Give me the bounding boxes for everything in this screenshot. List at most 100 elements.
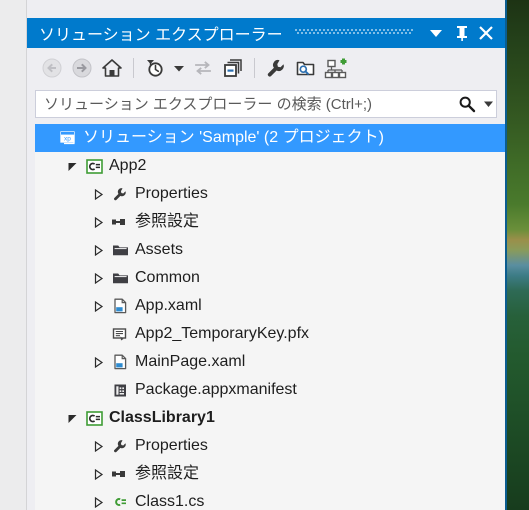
drag-handle[interactable] bbox=[294, 28, 413, 38]
expander-expanded-icon bbox=[68, 162, 76, 171]
tree-row-label: App2 bbox=[109, 157, 147, 174]
back-arrow-icon bbox=[42, 58, 62, 78]
xaml-file-icon bbox=[113, 354, 126, 370]
tree-row[interactable]: App2 bbox=[35, 152, 505, 180]
tree-row-label: MainPage.xaml bbox=[135, 353, 246, 370]
close-icon bbox=[479, 26, 493, 40]
solution-tree[interactable]: xp ソリューション 'Sample' (2 プロジェクト) App2 Prop… bbox=[35, 124, 505, 510]
expander-toggle[interactable] bbox=[87, 216, 109, 228]
certificate-file-icon bbox=[112, 327, 127, 340]
folder-icon bbox=[112, 273, 128, 284]
references-icon bbox=[109, 216, 131, 228]
solution-icon: xp bbox=[59, 131, 75, 145]
search-box[interactable] bbox=[35, 90, 497, 118]
tree-row[interactable]: xp ソリューション 'Sample' (2 プロジェクト) bbox=[35, 124, 505, 152]
auto-hide-pin-button[interactable] bbox=[449, 20, 475, 46]
expander-collapsed-icon bbox=[94, 300, 103, 312]
clock-filter-icon bbox=[147, 60, 163, 77]
tree-row-label: ClassLibrary1 bbox=[109, 409, 215, 426]
expander-toggle[interactable] bbox=[87, 356, 109, 368]
references-icon bbox=[109, 468, 131, 480]
toolbar-separator-1 bbox=[133, 58, 134, 78]
expander-collapsed-icon bbox=[94, 496, 103, 508]
properties-button[interactable] bbox=[261, 53, 291, 83]
expander-toggle[interactable] bbox=[61, 161, 83, 172]
tree-row[interactable]: Assets bbox=[35, 236, 505, 264]
expander-collapsed-icon bbox=[94, 188, 103, 200]
csharp-project-icon bbox=[85, 410, 103, 426]
sync-with-active-document-button[interactable] bbox=[188, 53, 218, 83]
window-dropdown-button[interactable] bbox=[423, 20, 449, 46]
tree-row[interactable]: 参照設定 bbox=[35, 460, 505, 488]
tree-row-label: Properties bbox=[135, 185, 208, 202]
screen: ソリューション エクスプローラー ソリューション エクスプローラー の検索 (C… bbox=[0, 0, 529, 510]
expander-collapsed-icon bbox=[94, 216, 103, 228]
solution-explorer-panel: ソリューション エクスプローラー ソリューション エクスプローラー の検索 (C… bbox=[27, 0, 505, 510]
search-button[interactable] bbox=[454, 95, 480, 113]
toolbar-separator-2 bbox=[254, 58, 255, 78]
expander-toggle[interactable] bbox=[87, 300, 109, 312]
expander-toggle[interactable] bbox=[87, 440, 109, 452]
tree-row-label: ソリューション 'Sample' (2 プロジェクト) bbox=[83, 129, 384, 146]
expander-collapsed-icon bbox=[94, 356, 103, 368]
expander-collapsed-icon bbox=[94, 440, 103, 452]
panel-title: ソリューション エクスプローラー bbox=[39, 27, 283, 44]
chevron-down-icon bbox=[174, 65, 184, 71]
show-all-files-button[interactable] bbox=[291, 53, 321, 83]
expander-toggle[interactable] bbox=[87, 468, 109, 480]
search-input[interactable] bbox=[36, 94, 454, 114]
tree-row-label: Package.appxmanifest bbox=[135, 381, 297, 398]
magnifier-icon bbox=[459, 96, 476, 113]
pin-icon bbox=[457, 26, 467, 41]
search-options-dropdown[interactable] bbox=[480, 101, 496, 107]
tree-row[interactable]: Class1.cs bbox=[35, 488, 505, 510]
tree-row-label: 参照設定 bbox=[135, 213, 200, 230]
view-class-diagram-button[interactable] bbox=[321, 53, 351, 83]
references-icon bbox=[112, 219, 125, 225]
manifest-file-icon bbox=[109, 383, 131, 398]
expander-expanded-icon bbox=[68, 414, 76, 423]
pending-changes-button[interactable] bbox=[140, 53, 170, 83]
forward-arrow-icon bbox=[72, 58, 92, 78]
tree-row-label: Class1.cs bbox=[135, 493, 205, 510]
tree-row[interactable]: ClassLibrary1 bbox=[35, 404, 505, 432]
expander-toggle[interactable] bbox=[87, 244, 109, 256]
chevron-down-icon bbox=[430, 30, 442, 37]
home-button[interactable] bbox=[97, 53, 127, 83]
xaml-file-icon bbox=[109, 298, 131, 314]
tree-row[interactable]: Properties bbox=[35, 180, 505, 208]
certificate-file-icon bbox=[109, 327, 131, 342]
expander-toggle[interactable] bbox=[61, 413, 83, 424]
sync-arrows-icon bbox=[195, 61, 211, 75]
tree-row-label: Assets bbox=[135, 241, 184, 258]
forward-button[interactable] bbox=[67, 53, 97, 83]
expander-toggle[interactable] bbox=[87, 496, 109, 508]
folder-icon bbox=[112, 245, 128, 256]
tree-row[interactable]: App.xaml bbox=[35, 292, 505, 320]
references-icon bbox=[112, 471, 125, 477]
tree-row[interactable]: Properties bbox=[35, 432, 505, 460]
pending-changes-dropdown[interactable] bbox=[170, 53, 188, 83]
back-button[interactable] bbox=[37, 53, 67, 83]
expander-toggle[interactable] bbox=[87, 188, 109, 200]
wrench-icon bbox=[109, 438, 131, 454]
expander-toggle[interactable] bbox=[87, 272, 109, 284]
expander-collapsed-icon bbox=[94, 272, 103, 284]
chevron-down-icon bbox=[483, 101, 493, 107]
folder-icon bbox=[109, 243, 131, 257]
tree-row[interactable]: Package.appxmanifest bbox=[35, 376, 505, 404]
tree-row[interactable]: 参照設定 bbox=[35, 208, 505, 236]
expander-collapsed-icon bbox=[94, 244, 103, 256]
close-button[interactable] bbox=[475, 20, 497, 46]
tree-row[interactable]: Common bbox=[35, 264, 505, 292]
xaml-file-icon bbox=[113, 298, 126, 314]
wrench-icon bbox=[109, 186, 131, 202]
collapse-all-button[interactable] bbox=[218, 53, 248, 83]
folder-search-icon bbox=[296, 61, 315, 76]
tree-row[interactable]: MainPage.xaml bbox=[35, 348, 505, 376]
tree-row[interactable]: App2_TemporaryKey.pfx bbox=[35, 320, 505, 348]
expander-collapsed-icon bbox=[94, 468, 103, 480]
csharp-file-icon bbox=[109, 495, 131, 509]
manifest-file-icon bbox=[114, 384, 126, 396]
svg-text:xp: xp bbox=[64, 136, 71, 143]
